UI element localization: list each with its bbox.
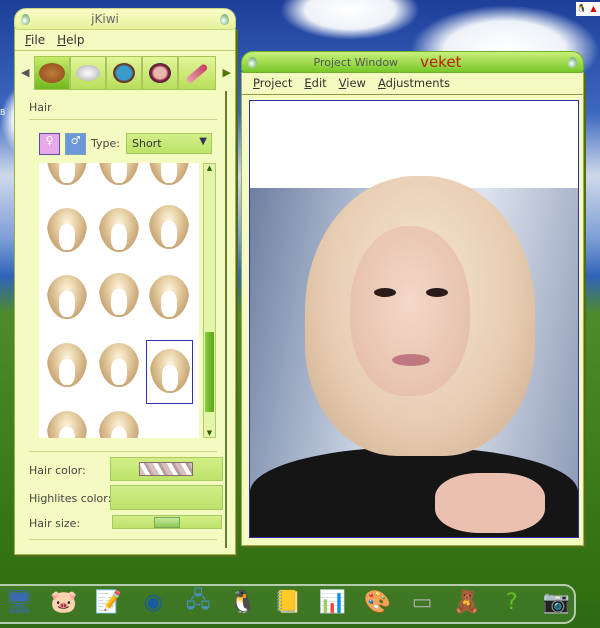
window-drop-icon[interactable] [220,14,229,25]
notepad-icon[interactable]: 📝 [92,586,126,618]
hair-style-thumb[interactable] [47,411,87,438]
menu-adjustments[interactable]: Adjustments [378,76,450,90]
blush-tool-icon [149,63,171,83]
hair-style-thumb[interactable] [47,275,87,319]
scrollbar[interactable]: ▲ ▼ [203,163,216,438]
paint-palette-icon[interactable]: 🎨 [360,586,394,618]
menu-edit[interactable]: Edit [304,76,326,90]
camera-icon[interactable]: 📷 [540,586,574,618]
menu-file[interactable]: File [25,33,45,47]
scroll-left-arrow[interactable]: ◀ [21,66,29,79]
menu-bar: Project Edit View Adjustments [253,76,450,90]
hair-style-thumb[interactable] [149,205,189,249]
photo [250,176,578,537]
divider [29,119,217,120]
media-player-icon[interactable]: ◉ [136,586,170,618]
title-bar[interactable]: Project Window veket [241,51,584,73]
usb-drive-icon[interactable]: ▭ [405,586,439,618]
scroll-thumb[interactable] [205,332,214,412]
tool-cream[interactable] [70,56,106,90]
section-title: Hair [29,101,52,114]
type-label: Type: [91,137,120,150]
hair-style-thumb[interactable] [99,273,139,317]
lock-icon[interactable]: ▲ [588,2,599,16]
scroll-down-arrow[interactable]: ▼ [204,429,215,437]
male-button[interactable]: ♂ [65,133,86,155]
jkiwi-window: jKiwi File Help ◀ ▶ Hair ♀ ♂ Type: Short… [14,8,236,555]
menu-project[interactable]: Project [253,76,292,90]
hair-color-label: Hair color: [29,464,86,477]
divider [15,50,235,51]
divider [29,451,217,452]
penguin-icon[interactable]: 🐧 [576,2,587,16]
window-drop-icon[interactable] [21,14,30,25]
photo-hand [435,473,545,533]
hair-style-grid [39,163,199,438]
hair-style-thumb[interactable] [149,275,189,319]
address-book-icon[interactable]: 📒 [271,586,305,618]
hair-color-swatch[interactable] [139,462,193,476]
divider [29,539,217,540]
eyeshadow-tool-icon [113,63,135,83]
male-icon: ♂ [70,134,81,147]
hair-style-thumb[interactable] [47,343,87,387]
highlites-color-label: Highlites color: [29,492,112,505]
female-icon: ♀ [45,134,54,147]
project-window: Project Window veket Project Edit View A… [241,51,584,546]
hair-style-thumb[interactable] [47,163,87,185]
hair-tool-icon [39,63,65,83]
brand-logo: veket [420,53,462,71]
window-title: Project Window [313,55,399,69]
menu-help[interactable]: Help [57,33,84,47]
highlites-color-field[interactable] [110,485,223,510]
hair-style-thumb[interactable] [99,163,139,185]
type-select[interactable]: Short ▼ [126,133,212,154]
cream-tool-icon [76,65,100,81]
hair-size-slider[interactable] [112,515,222,529]
help-icon[interactable]: ? [495,586,529,618]
tool-eyeshadow[interactable] [106,56,142,90]
window-drop-icon[interactable] [248,57,257,68]
chart-icon[interactable]: 📊 [316,586,350,618]
scroll-right-arrow[interactable]: ▶ [223,66,231,79]
hair-style-thumb[interactable] [99,411,139,438]
cloud [280,0,420,40]
hair-style-thumb[interactable] [149,163,189,185]
photo-lips [392,354,430,366]
hair-style-thumb [150,349,190,393]
tool-hair[interactable] [34,56,70,90]
canvas[interactable] [249,100,579,538]
slider-thumb[interactable] [154,517,180,528]
network-icon[interactable]: 🖧 [181,586,215,618]
window-drop-icon[interactable] [568,57,577,68]
photo-face [350,226,470,396]
hair-size-label: Hair size: [29,517,81,530]
selected-hair-style[interactable] [146,340,193,404]
type-select-value: Short [132,137,162,150]
desktop-icon-label: B [0,108,6,117]
menu-view[interactable]: View [339,76,366,90]
window-title: jKiwi [91,12,119,26]
tool-blush[interactable] [142,56,178,90]
title-bar[interactable]: jKiwi [14,8,236,30]
chevron-down-icon: ▼ [199,136,207,147]
lipstick-tool-icon [185,62,209,84]
photo-viewer-icon[interactable]: 🧸 [450,586,484,618]
monitor-icon[interactable]: 🖥 [2,586,36,618]
female-button[interactable]: ♀ [39,133,60,155]
photo-eye [426,288,448,297]
penguin-icon[interactable]: 🐧 [226,586,260,618]
hair-panel: Hair ♀ ♂ Type: Short ▼ ▲ ▼ Hair color: H… [21,91,227,548]
hair-style-thumb[interactable] [47,208,87,252]
photo-eye [374,288,396,297]
tool-lipstick[interactable] [178,56,216,90]
hair-color-field[interactable] [110,457,223,481]
scroll-up-arrow[interactable]: ▲ [204,164,215,172]
hair-style-thumb[interactable] [99,208,139,252]
hair-style-thumb[interactable] [99,343,139,387]
menu-bar: File Help [25,33,84,47]
system-tray: 🐧 ▲ [576,2,600,16]
pet-icon[interactable]: 🐷 [47,586,81,618]
divider [242,94,583,95]
